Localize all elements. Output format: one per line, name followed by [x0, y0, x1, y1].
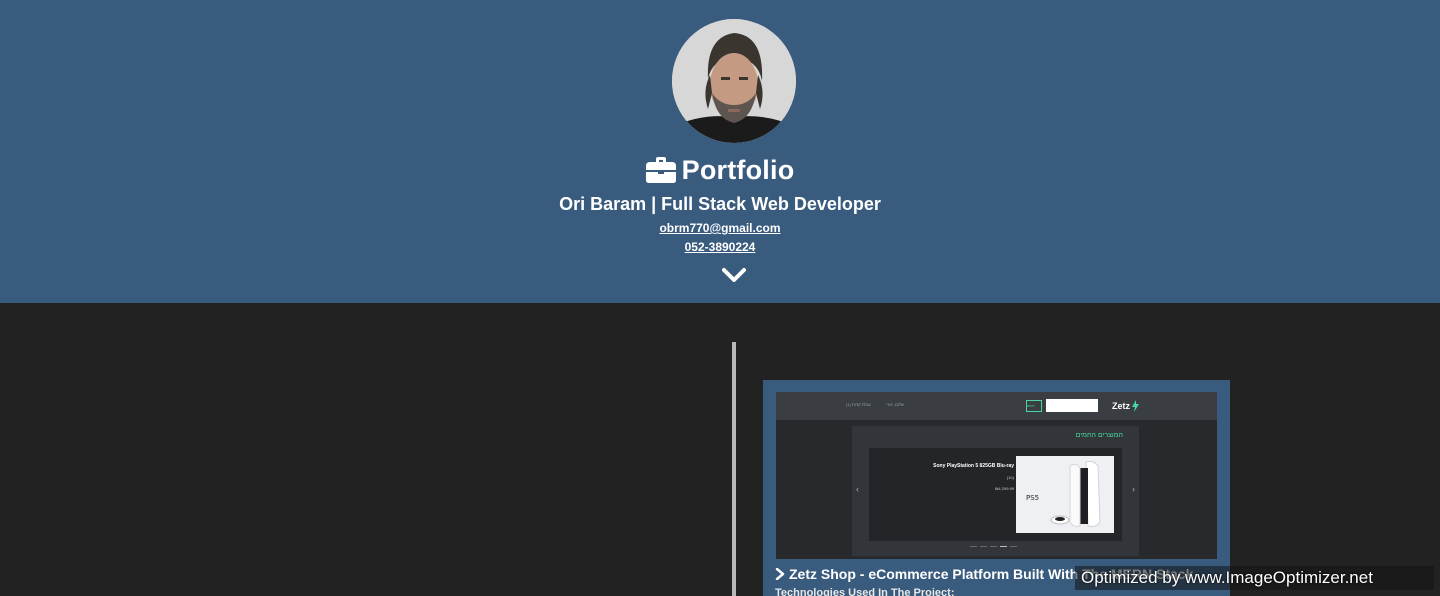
screenshot-product-name: Sony PlayStation 5 825GB Blu-ray	[933, 463, 1014, 469]
project-subtitle: Technologies Used In The Project:	[775, 587, 955, 596]
screenshot-product-meta: (10)	[1006, 475, 1014, 480]
screenshot-search-button: חיפוש	[1026, 400, 1042, 412]
title-row: Portfolio	[0, 152, 1440, 188]
email-link[interactable]: obrm770@gmail.com	[0, 221, 1440, 235]
header-section: Portfolio Ori Baram | Full Stack Web Dev…	[0, 0, 1440, 303]
screenshot-slide: Sony PlayStation 5 825GB Blu-ray (10) ₪4…	[869, 448, 1122, 541]
briefcase-icon	[645, 157, 676, 183]
page-subtitle: Ori Baram | Full Stack Web Developer	[559, 194, 881, 214]
screenshot-navbar: (1) עגלת קניות שלום, אורי חיפוש Zetz	[776, 392, 1217, 420]
screenshot-cart: (1) עגלת קניות	[846, 402, 871, 407]
screenshot-logo: Zetz	[1112, 400, 1139, 412]
product-image: PS5	[1016, 456, 1114, 533]
carousel-next-icon: ›	[1132, 484, 1135, 494]
project-screenshot[interactable]: (1) עגלת קניות שלום, אורי חיפוש Zetz המו…	[776, 392, 1217, 559]
carousel-prev-icon: ‹	[856, 484, 859, 494]
chevron-down-icon[interactable]	[722, 266, 746, 284]
carousel-dots	[970, 546, 1017, 547]
svg-text:PS5: PS5	[1026, 494, 1039, 502]
screenshot-carousel-panel: המוצרים החמים ‹ › Sony PlayStation 5 825…	[852, 426, 1139, 556]
profile-avatar	[672, 19, 796, 143]
screenshot-logo-text: Zetz	[1112, 401, 1130, 411]
screenshot-user: שלום, אורי	[886, 402, 904, 407]
project-card[interactable]: (1) עגלת קניות שלום, אורי חיפוש Zetz המו…	[763, 380, 1230, 596]
screenshot-product-price: ₪4,299.99	[995, 486, 1014, 491]
screenshot-search-input	[1046, 399, 1098, 412]
page-title: Portfolio	[681, 154, 795, 185]
watermark: Optimized by www.ImageOptimizer.net	[1075, 566, 1434, 590]
phone-link[interactable]: 052-3890224	[0, 240, 1440, 254]
timeline-line	[732, 342, 736, 596]
lightning-icon	[1132, 400, 1139, 412]
chevron-right-icon	[775, 568, 785, 580]
screenshot-heading: המוצרים החמים	[1075, 432, 1123, 439]
